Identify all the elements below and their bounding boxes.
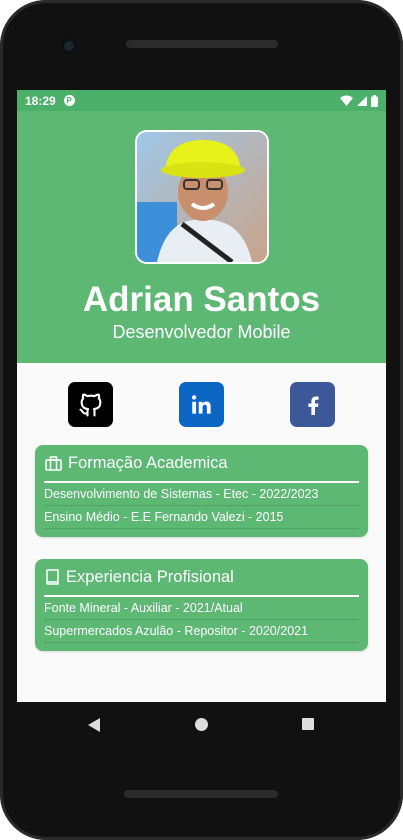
recents-icon[interactable] (302, 718, 314, 730)
navigation-bar (17, 702, 386, 746)
linkedin-button[interactable] (179, 382, 224, 427)
book-icon (46, 569, 59, 585)
back-icon[interactable] (88, 718, 100, 732)
experience-item: Supermercados Azulão - Repositor - 2020/… (44, 620, 359, 643)
experience-card: Experiencia Profisional Fonte Mineral - … (35, 559, 368, 651)
phone-frame: 18:29 P Adrian Santos Desenvolvedor Mobi… (0, 0, 403, 840)
education-header: Formação Academica (35, 445, 368, 481)
status-bar: 18:29 P (17, 90, 386, 111)
avatar (135, 130, 269, 264)
education-title: Formação Academica (68, 453, 228, 472)
github-icon (78, 393, 101, 417)
education-card: Formação Academica Desenvolvimento de Si… (35, 445, 368, 537)
education-item: Desenvolvimento de Sistemas - Etec - 202… (44, 483, 359, 506)
status-icons (340, 94, 378, 107)
briefcase-icon (45, 455, 62, 471)
front-camera (61, 38, 77, 54)
bottom-speaker (124, 790, 278, 798)
avatar-photo (137, 132, 267, 262)
top-speaker (126, 40, 278, 48)
battery-icon (371, 94, 378, 107)
experience-item: Fonte Mineral - Auxiliar - 2021/Atual (44, 597, 359, 620)
app-notification-icon: P (63, 95, 75, 106)
education-item: Ensino Médio - E.E Fernando Valezi - 201… (44, 506, 359, 529)
profile-role: Desenvolvedor Mobile (112, 322, 291, 342)
github-button[interactable] (68, 382, 113, 427)
experience-title: Experiencia Profisional (66, 567, 234, 586)
profile-header: Adrian Santos Desenvolvedor Mobile (17, 111, 386, 363)
facebook-button[interactable] (290, 382, 335, 427)
experience-header: Experiencia Profisional (35, 559, 368, 595)
signal-icon (357, 95, 367, 106)
social-links (17, 363, 386, 443)
profile-name: Adrian Santos (82, 280, 321, 319)
home-icon[interactable] (195, 718, 208, 731)
linkedin-icon (191, 394, 211, 414)
wifi-icon (340, 95, 353, 106)
screen: 18:29 P Adrian Santos Desenvolvedor Mobi… (17, 90, 386, 702)
status-time: 18:29 (25, 93, 56, 108)
facebook-icon (307, 396, 319, 415)
